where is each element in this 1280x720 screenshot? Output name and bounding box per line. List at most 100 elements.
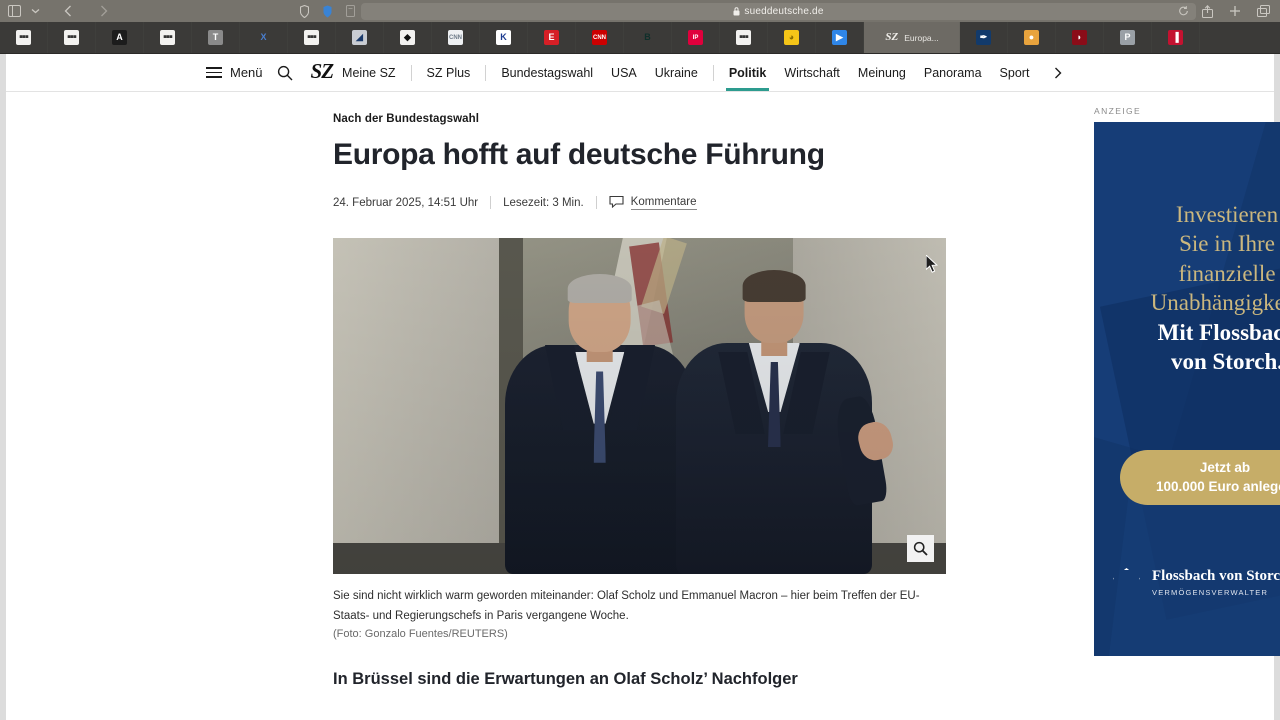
- photo-scene: [333, 237, 946, 574]
- ad-headline-line-5: Mit Flossbach: [1157, 319, 1280, 345]
- tab-favicon: CNN: [448, 30, 463, 45]
- tab-favicon: ◗: [1072, 30, 1087, 45]
- comments-label: Kommentare: [630, 195, 697, 210]
- ad-banner[interactable]: Investieren Sie in Ihre finanzielle Unab…: [1094, 122, 1280, 656]
- browser-tab[interactable]: ▶: [816, 22, 864, 53]
- ad-headline-line-6: von Storch.: [1170, 349, 1280, 375]
- browser-tab[interactable]: ▪▪▪: [720, 22, 768, 53]
- nav-item-usa[interactable]: USA: [602, 54, 646, 91]
- nav-item-meine-sz[interactable]: Meine SZ: [333, 54, 405, 91]
- shield-active-icon[interactable]: [323, 5, 332, 18]
- url-text: sueddeutsche.de: [744, 5, 824, 17]
- search-icon[interactable]: [277, 65, 293, 81]
- nav-fade: [1038, 64, 1049, 81]
- pentagon-logo-icon: [1113, 568, 1140, 595]
- back-arrow-icon[interactable]: [64, 5, 72, 17]
- photo-shading: [333, 237, 946, 574]
- ad-brand-name: Flossbach von Storch: [1152, 568, 1280, 584]
- mouse-cursor: [925, 253, 939, 279]
- browser-tab[interactable]: ◆: [384, 22, 432, 53]
- browser-tab[interactable]: ▪▪▪: [144, 22, 192, 53]
- forward-arrow-icon[interactable]: [100, 5, 108, 17]
- browser-tab-active[interactable]: SZ Europa...: [864, 22, 960, 53]
- article-date: 24. Februar 2025, 14:51 Uhr: [333, 196, 479, 209]
- article-kicker: Nach der Bundestagswahl: [333, 113, 480, 125]
- speech-bubble-icon: [609, 195, 624, 211]
- sidebar-toggle-icon[interactable]: [8, 5, 21, 17]
- chevron-down-icon[interactable]: [31, 8, 40, 14]
- page-viewport: Menü SZ Meine SZ SZ Plus Bundestagswahl USA…: [0, 54, 1280, 720]
- nav-item-politik[interactable]: Politik: [720, 54, 776, 91]
- chevron-right-icon[interactable]: [1054, 67, 1062, 79]
- magnifier-icon[interactable]: [907, 534, 934, 562]
- nav-item-panorama[interactable]: Panorama: [915, 54, 991, 91]
- browser-tab[interactable]: ▪▪▪: [0, 22, 48, 53]
- hamburger-menu-icon[interactable]: [206, 67, 222, 78]
- address-bar[interactable]: sueddeutsche.de: [361, 2, 1196, 20]
- browser-tab[interactable]: IP: [672, 22, 720, 53]
- share-icon[interactable]: [1202, 4, 1213, 18]
- nav-separator: [485, 64, 487, 81]
- sz-logo[interactable]: SZ: [311, 59, 334, 84]
- tab-favicon: ▪▪▪: [736, 30, 751, 45]
- comments-link[interactable]: Kommentare: [609, 195, 697, 211]
- browser-tab[interactable]: ◗: [1056, 22, 1104, 53]
- tab-favicon: T: [208, 30, 223, 45]
- article-subheading: In Brüssel sind die Erwartungen an Olaf …: [333, 669, 798, 688]
- tab-favicon: ✒: [976, 30, 991, 45]
- tab-favicon: ▐: [1168, 30, 1183, 45]
- tab-favicon: IP: [688, 30, 703, 45]
- tab-favicon: ◕: [784, 30, 799, 45]
- browser-tab[interactable]: T: [192, 22, 240, 53]
- site-header-inner: Menü SZ Meine SZ SZ Plus Bundestagswahl USA…: [6, 54, 1062, 91]
- image-credit: (Foto: Gonzalo Fuentes/REUTERS): [333, 627, 508, 640]
- privacy-icon-group: [300, 4, 355, 18]
- article-image: [333, 237, 946, 574]
- browser-tab[interactable]: K: [480, 22, 528, 53]
- browser-tab[interactable]: ✒: [960, 22, 1008, 53]
- browser-tab[interactable]: ●: [1008, 22, 1056, 53]
- browser-tab[interactable]: ◢: [336, 22, 384, 53]
- nav-item-wirtschaft[interactable]: Wirtschaft: [775, 54, 849, 91]
- article-reading-time: Lesezeit: 3 Min.: [503, 196, 584, 209]
- plus-icon[interactable]: [1229, 5, 1241, 17]
- tab-overview-icon[interactable]: [1257, 5, 1270, 17]
- browser-toolbar: sueddeutsche.de: [0, 0, 1280, 22]
- reload-icon[interactable]: [1178, 6, 1189, 17]
- browser-tab[interactable]: ◕: [768, 22, 816, 53]
- nav-item-bundestagswahl[interactable]: Bundestagswahl: [492, 54, 602, 91]
- browser-tab[interactable]: B: [624, 22, 672, 53]
- site-navigation: Meine SZ SZ Plus Bundestagswahl USA Ukraine P…: [333, 54, 1038, 91]
- article-meta: 24. Februar 2025, 14:51 Uhr Lesezeit: 3 …: [333, 195, 946, 211]
- browser-tab[interactable]: ▪▪▪: [48, 22, 96, 53]
- reader-mode-icon[interactable]: [346, 5, 355, 17]
- ad-cta-line-2: 100.000 Euro anlegen: [1155, 478, 1280, 494]
- toolbar-right-controls: [1202, 4, 1280, 18]
- lock-icon: [733, 6, 740, 16]
- shield-icon[interactable]: [300, 4, 309, 18]
- browser-tab[interactable]: P: [1104, 22, 1152, 53]
- browser-tab[interactable]: E: [528, 22, 576, 53]
- meta-separator: [595, 196, 597, 209]
- tab-favicon: ▪▪▪: [160, 30, 175, 45]
- browser-tab[interactable]: CNN: [432, 22, 480, 53]
- nav-item-sz-plus[interactable]: SZ Plus: [418, 54, 480, 91]
- browser-tab[interactable]: ▐: [1152, 22, 1200, 53]
- browser-tab[interactable]: X: [240, 22, 288, 53]
- meta-separator: [490, 196, 492, 209]
- tab-title: Europa...: [904, 32, 939, 43]
- tab-favicon: P: [1120, 30, 1135, 45]
- ad-cta-button[interactable]: Jetzt ab 100.000 Euro anlegen: [1120, 450, 1280, 505]
- browser-tab[interactable]: CNN: [576, 22, 624, 53]
- ad-brand-block: Flossbach von Storch VERMÖGENSVERWALTER: [1112, 568, 1280, 597]
- nav-item-sport[interactable]: Sport: [991, 54, 1039, 91]
- tab-favicon: SZ: [885, 31, 899, 43]
- ad-cta-line-1: Jetzt ab: [1199, 460, 1251, 476]
- advertisement-column: ANZEIGE Investieren Sie in Ihre finanzie…: [1086, 92, 1280, 656]
- menu-label[interactable]: Menü: [230, 65, 263, 80]
- toolbar-left-controls: [0, 5, 300, 17]
- nav-item-ukraine[interactable]: Ukraine: [646, 54, 707, 91]
- browser-tab[interactable]: A: [96, 22, 144, 53]
- browser-tab[interactable]: ▪▪▪: [288, 22, 336, 53]
- nav-item-meinung[interactable]: Meinung: [849, 54, 915, 91]
